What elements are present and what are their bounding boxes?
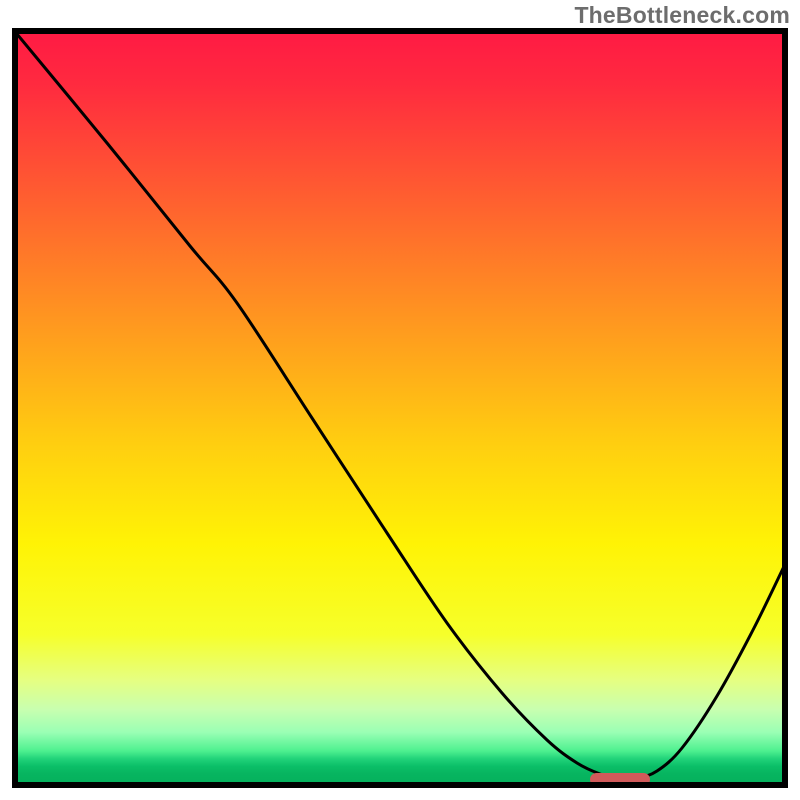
watermark-text: TheBottleneck.com [574,2,790,29]
plot-background [15,31,785,785]
chart-container: TheBottleneck.com [0,0,800,800]
bottleneck-chart [12,28,788,788]
